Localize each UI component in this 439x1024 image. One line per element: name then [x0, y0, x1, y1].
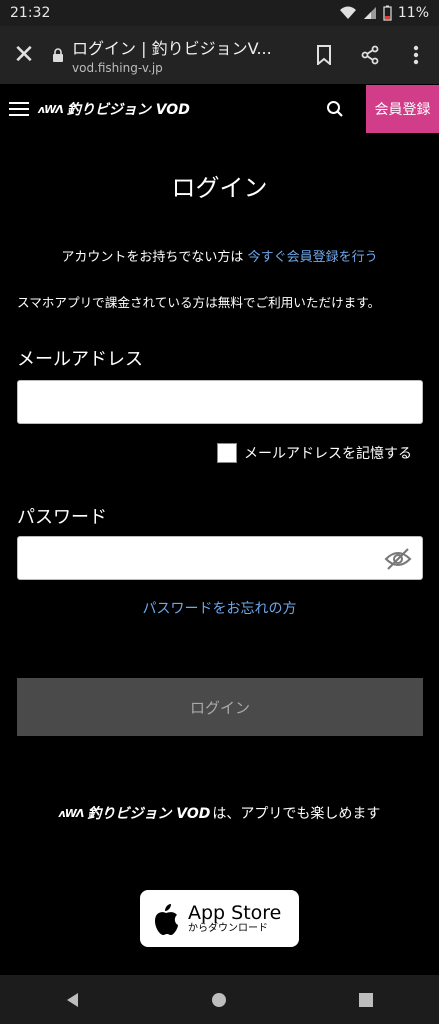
status-time: 21:32: [10, 5, 51, 21]
browser-toolbar: ✕ ログイン | 釣りビジョンV... vod.fishing-v.jp: [0, 26, 439, 84]
signal-icon: [363, 7, 376, 19]
promo-logo-text: 釣りビジョン VOD: [87, 806, 211, 822]
wifi-icon: [339, 6, 356, 19]
app-promo: ʌWΛ 釣りビジョン VOD は、アプリでも楽しめます: [0, 803, 439, 823]
forgot-password-link[interactable]: パスワードをお忘れの方: [0, 598, 439, 618]
page-title: ログイン: [171, 174, 268, 202]
battery-icon: [383, 5, 392, 21]
page-url: vod.fishing-v.jp: [72, 61, 163, 75]
remember-email-checkbox[interactable]: [217, 443, 237, 463]
logo-mark: ʌWΛ: [38, 102, 64, 116]
promo-logo-mark: ʌWΛ: [58, 806, 85, 820]
share-icon[interactable]: [347, 45, 393, 65]
app-store-text: App Store からダウンロード: [188, 903, 281, 935]
no-account-text: アカウントをお持ちでない方は: [61, 250, 244, 265]
password-label: パスワード: [17, 507, 107, 528]
status-icons: 11%: [339, 5, 429, 21]
remember-email-label: メールアドレスを記憶する: [244, 446, 412, 462]
apple-icon: [155, 903, 178, 935]
site-logo[interactable]: ʌWΛ 釣りビジョン VOD: [38, 99, 190, 119]
recents-icon[interactable]: [358, 992, 374, 1008]
email-field-wrapper: [17, 380, 423, 424]
login-button[interactable]: ログイン: [17, 678, 423, 736]
email-label: メールアドレス: [17, 349, 143, 370]
email-input[interactable]: [18, 381, 422, 423]
more-menu-icon[interactable]: [393, 45, 439, 65]
register-button[interactable]: 会員登録: [366, 85, 439, 133]
site-header: ʌWΛ 釣りビジョン VOD 会員登録: [0, 85, 439, 133]
bookmark-icon[interactable]: [301, 45, 347, 65]
register-now-link[interactable]: 今すぐ会員登録を行う: [248, 250, 378, 265]
no-account-notice: アカウントをお持ちでない方は 今すぐ会員登録を行う: [0, 246, 439, 265]
password-field-wrapper: [17, 536, 423, 580]
address-bar[interactable]: ログイン | 釣りビジョンV... vod.fishing-v.jp: [68, 35, 301, 75]
hamburger-menu-icon[interactable]: [0, 101, 38, 117]
logo-text: 釣りビジョン VOD: [66, 102, 190, 118]
status-bar: 21:32 11%: [0, 0, 439, 26]
app-store-title: App Store: [188, 901, 282, 924]
close-tab-icon[interactable]: ✕: [0, 40, 48, 70]
app-user-note: スマホアプリで課金されている方は無料でご利用いただけます。: [17, 295, 381, 310]
back-icon[interactable]: [65, 992, 81, 1008]
system-navigation-bar: [0, 975, 439, 1024]
battery-percent: 11%: [397, 5, 429, 21]
search-icon[interactable]: [318, 85, 352, 133]
app-store-subtitle: からダウンロード: [188, 922, 268, 934]
promo-logo: ʌWΛ 釣りビジョン VOD: [59, 803, 211, 823]
promo-text: は、アプリでも楽しめます: [212, 806, 381, 822]
lock-icon[interactable]: [48, 47, 68, 63]
app-store-badge[interactable]: App Store からダウンロード: [140, 890, 299, 947]
home-icon[interactable]: [211, 992, 227, 1008]
password-input[interactable]: [18, 537, 422, 579]
remember-email[interactable]: メールアドレスを記憶する: [217, 443, 412, 463]
tab-title: ログイン | 釣りビジョンV...: [72, 39, 272, 58]
hide-password-icon[interactable]: [384, 547, 412, 571]
